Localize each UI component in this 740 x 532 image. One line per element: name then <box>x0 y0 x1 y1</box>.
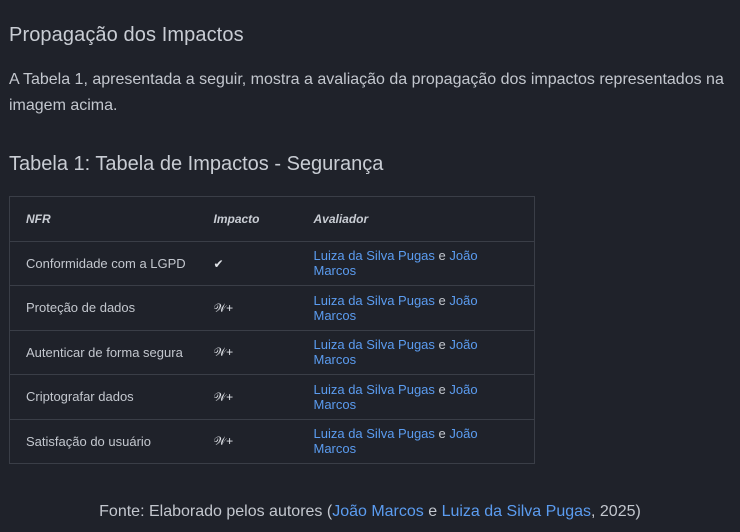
impact-cell: 𝒲+ <box>197 374 298 420</box>
source-conjunction: e <box>423 503 442 520</box>
nfr-cell: Satisfação do usuário <box>9 418 198 464</box>
document-page: Propagação dos Impactos A Tabela 1, apre… <box>0 0 740 532</box>
source-suffix: , 2025) <box>591 503 641 520</box>
conjunction: e <box>438 248 446 264</box>
impact-cell: 𝒲+ <box>197 418 298 464</box>
help-plus-icon: 𝒲+ <box>213 434 234 449</box>
evaluator-cell: Luiza da Silva Pugas e João Marcos <box>297 285 535 331</box>
table-row: Autenticar de forma segura 𝒲+ Luiza da S… <box>9 329 535 375</box>
source-author-link-luiza[interactable]: Luiza da Silva Pugas <box>442 503 591 520</box>
header-avaliador: Avaliador <box>297 196 535 242</box>
conjunction: e <box>438 292 446 308</box>
nfr-cell: Proteção de dados <box>9 285 198 331</box>
header-nfr: NFR <box>9 196 198 242</box>
evaluator-cell: Luiza da Silva Pugas e João Marcos <box>297 329 535 375</box>
evaluator-cell: Luiza da Silva Pugas e João Marcos <box>297 418 535 464</box>
help-plus-icon: 𝒲+ <box>213 300 234 315</box>
evaluator-link-luiza[interactable]: Luiza da Silva Pugas <box>314 426 435 441</box>
evaluator-link-luiza[interactable]: Luiza da Silva Pugas <box>314 293 435 308</box>
intro-paragraph: A Tabela 1, apresentada a seguir, mostra… <box>9 71 724 114</box>
nfr-cell: Criptografar dados <box>9 374 198 420</box>
table-title: Tabela 1: Tabela de Impactos - Segurança <box>9 153 384 175</box>
conjunction: e <box>438 381 446 397</box>
impact-cell: 𝒲+ <box>197 329 298 375</box>
nfr-cell: Autenticar de forma segura <box>9 329 198 375</box>
nfr-cell: Conformidade com a LGPD <box>9 240 198 286</box>
impact-cell: ✔ <box>197 240 298 286</box>
source-author-link-joao[interactable]: João Marcos <box>332 503 424 520</box>
evaluator-link-luiza[interactable]: Luiza da Silva Pugas <box>314 337 435 352</box>
conjunction: e <box>438 426 446 442</box>
table-row: Conformidade com a LGPD ✔ Luiza da Silva… <box>9 240 535 286</box>
section-title: Propagação dos Impactos <box>9 24 244 46</box>
evaluator-link-luiza[interactable]: Luiza da Silva Pugas <box>314 382 435 397</box>
header-impacto: Impacto <box>197 196 298 242</box>
table-row: Satisfação do usuário 𝒲+ Luiza da Silva … <box>9 418 535 464</box>
impact-cell: 𝒲+ <box>197 285 298 331</box>
table-row: Criptografar dados 𝒲+ Luiza da Silva Pug… <box>9 374 535 420</box>
table-row: Proteção de dados 𝒲+ Luiza da Silva Puga… <box>9 285 535 331</box>
table-header-row: NFR Impacto Avaliador <box>9 196 535 242</box>
check-icon: ✔ <box>213 256 224 271</box>
source-prefix: Fonte: Elaborado pelos autores ( <box>99 503 333 520</box>
help-plus-icon: 𝒲+ <box>213 345 234 360</box>
impacts-table: NFR Impacto Avaliador Conformidade com a… <box>9 196 535 464</box>
conjunction: e <box>438 337 446 353</box>
evaluator-link-luiza[interactable]: Luiza da Silva Pugas <box>314 248 435 263</box>
evaluator-cell: Luiza da Silva Pugas e João Marcos <box>297 374 535 420</box>
table-source: Fonte: Elaborado pelos autores (João Mar… <box>0 503 740 521</box>
evaluator-cell: Luiza da Silva Pugas e João Marcos <box>297 240 535 286</box>
help-plus-icon: 𝒲+ <box>213 389 234 404</box>
